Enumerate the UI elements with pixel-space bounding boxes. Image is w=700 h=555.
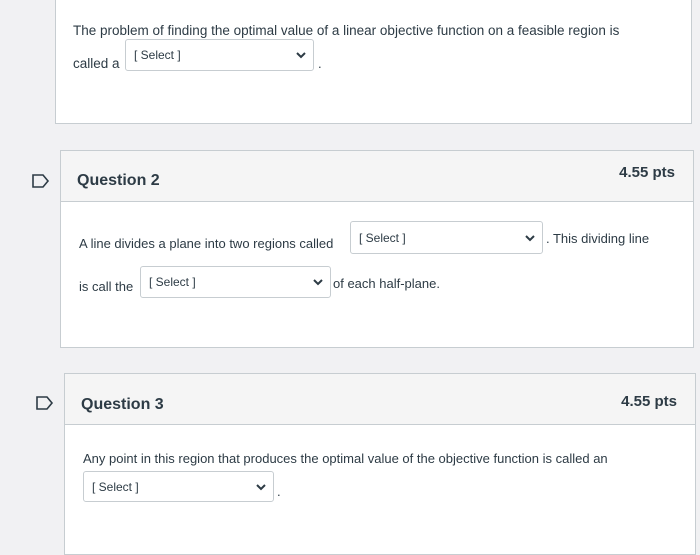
question-1-answer-select[interactable]: [ Select ]: [125, 39, 314, 71]
question-3-header: Question 3 4.55 pts: [65, 374, 695, 425]
question-3-title: Question 3: [81, 396, 164, 413]
chevron-down-icon: [256, 483, 266, 490]
question-2-text-part4: of each half-plane.: [333, 276, 440, 291]
question-3-answer-select[interactable]: [ Select ]: [83, 471, 274, 502]
chevron-down-icon: [296, 52, 306, 59]
question-1-text: The problem of finding the optimal value…: [73, 23, 620, 38]
question-2-select-1-value: [ Select ]: [359, 230, 406, 245]
question-1-text-suffix: .: [318, 56, 322, 71]
question-2-text-part2: . This dividing line: [546, 231, 650, 246]
flag-icon[interactable]: [32, 174, 50, 188]
question-2-title: Question 2: [77, 172, 160, 189]
flag-icon[interactable]: [36, 396, 54, 410]
question-1-card: The problem of finding the optimal value…: [55, 0, 692, 124]
question-2-points: 4.55 pts: [619, 164, 675, 181]
question-1-text-prefix: called a: [73, 56, 120, 71]
question-2-answer-select-2[interactable]: [ Select ]: [140, 266, 331, 298]
question-1-select-value: [ Select ]: [134, 48, 181, 62]
question-2-select-2-value: [ Select ]: [149, 275, 196, 289]
chevron-down-icon: [525, 234, 535, 241]
question-3-text-suffix: .: [277, 484, 281, 499]
question-2-text-part3: is call the: [79, 279, 134, 294]
question-2-header: Question 2 4.55 pts: [61, 151, 693, 202]
question-3-points: 4.55 pts: [621, 393, 677, 410]
question-2-answer-select-1[interactable]: [ Select ]: [350, 221, 543, 254]
question-2-text-part1: A line divides a plane into two regions …: [79, 236, 334, 251]
question-3-select-value: [ Select ]: [92, 479, 139, 494]
question-2-card: Question 2 4.55 pts A line divides a pla…: [60, 150, 694, 348]
question-3-card: Question 3 4.55 pts Any point in this re…: [64, 373, 696, 555]
chevron-down-icon: [313, 279, 323, 286]
question-3-text: Any point in this region that produces t…: [83, 451, 608, 466]
